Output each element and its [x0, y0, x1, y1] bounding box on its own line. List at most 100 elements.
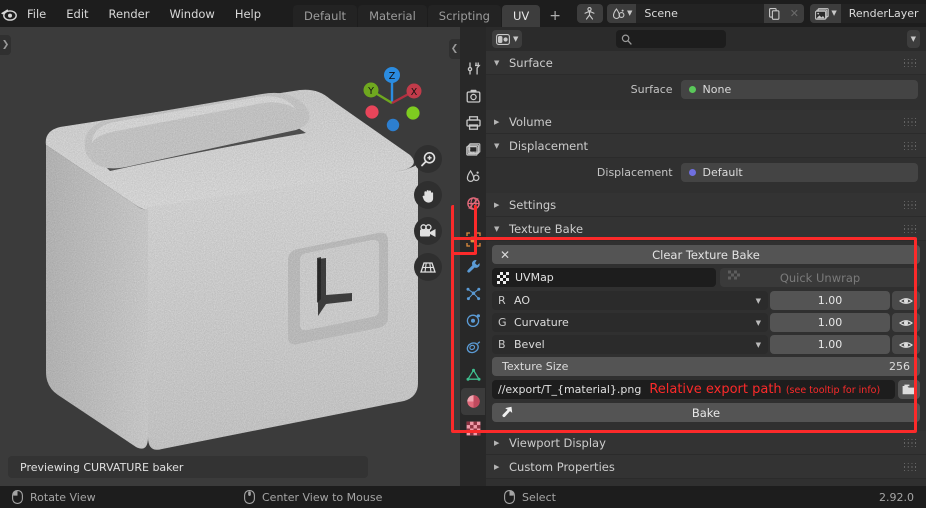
- workspace-tab-default[interactable]: Default: [293, 5, 358, 27]
- workspace-tab-material[interactable]: Material: [358, 5, 427, 27]
- panel-header-volume[interactable]: ▶ Volume ::::::::: [486, 110, 926, 134]
- workspace-tabs: Default Material Scripting UV +: [293, 0, 569, 27]
- 3d-viewport[interactable]: ❯ ❮ Z Y X Previewing CURVATURE baker: [0, 27, 460, 486]
- menu-help[interactable]: Help: [225, 4, 271, 24]
- scene-unlink-button[interactable]: ✕: [784, 4, 805, 23]
- tool-tab[interactable]: [461, 55, 485, 82]
- surface-shader-value: None: [702, 83, 732, 96]
- add-workspace-button[interactable]: +: [541, 5, 569, 27]
- render-tab[interactable]: [461, 82, 485, 109]
- export-path-row: //export/T_{material}.png Relative expor…: [492, 380, 920, 399]
- texture-size-value: 256: [889, 360, 910, 373]
- bake-button[interactable]: Bake: [492, 403, 920, 422]
- workspace-tab-scripting[interactable]: Scripting: [427, 5, 501, 27]
- panel-header-custom-properties[interactable]: ▶ Custom Properties ::::::::: [486, 455, 926, 479]
- search-input[interactable]: [615, 30, 726, 48]
- row-surface: Surface None: [494, 80, 918, 99]
- channel-value-b[interactable]: 1.00: [770, 335, 890, 354]
- svg-text:X: X: [411, 87, 418, 98]
- workspace-tab-uv[interactable]: UV: [501, 5, 541, 27]
- view-layer-id-block: ▼ RenderLayer ✕: [810, 4, 926, 23]
- browse-folder-button[interactable]: [898, 380, 920, 399]
- chevron-down-icon: ▼: [755, 296, 761, 305]
- status-bar: Rotate View Center View to Mouse Select …: [0, 486, 926, 508]
- texture-bake-panel-body: ✕ Clear Texture Bake UVMap Quick Unwrap …: [486, 241, 926, 428]
- channel-value-r[interactable]: 1.00: [770, 291, 890, 310]
- properties-filter-button[interactable]: ▼: [906, 30, 920, 48]
- view-layer-tab[interactable]: [461, 136, 485, 163]
- channel-source-dropdown-b[interactable]: B Bevel ▼: [492, 335, 768, 354]
- properties-editor-icon[interactable]: ▼: [492, 30, 523, 48]
- channel-source-dropdown-g[interactable]: G Curvature ▼: [492, 313, 768, 332]
- scene-id-block: ▼ Scene ✕: [606, 4, 805, 23]
- viewport-sidebar-toggle-left[interactable]: ❯: [0, 35, 11, 55]
- panel-header-surface[interactable]: ▼ Surface ::::::::: [486, 51, 926, 75]
- particles-tab[interactable]: [461, 280, 485, 307]
- channel-slot-g-icon: G: [498, 316, 507, 329]
- channel-visibility-toggle-r[interactable]: [892, 291, 920, 310]
- scene-statistics-icon[interactable]: [576, 4, 603, 23]
- render-layers-icon[interactable]: ▼: [810, 4, 841, 23]
- chevron-down-icon: ▼: [755, 340, 761, 349]
- output-tab[interactable]: [461, 109, 485, 136]
- viewport-status-text: Previewing CURVATURE baker: [8, 456, 368, 478]
- object-data-tab[interactable]: [461, 361, 485, 388]
- surface-shader-field[interactable]: None: [680, 80, 918, 99]
- x-icon: ✕: [500, 247, 511, 262]
- texture-size-field[interactable]: Texture Size 256: [492, 357, 920, 376]
- toggle-orthographic-icon[interactable]: [414, 253, 442, 281]
- panel-grip-icon: ::::::::: [903, 197, 918, 211]
- channel-value-g[interactable]: 1.00: [770, 313, 890, 332]
- menu-edit[interactable]: Edit: [56, 4, 98, 24]
- channel-source-dropdown-r[interactable]: R AO ▼: [492, 291, 768, 310]
- clear-texture-bake-button[interactable]: ✕ Clear Texture Bake: [492, 245, 920, 264]
- bake-channel-row-b: B Bevel ▼ 1.00: [492, 335, 920, 354]
- material-tab[interactable]: [461, 388, 485, 415]
- channel-visibility-toggle-b[interactable]: [892, 335, 920, 354]
- bake-channel-row-r: R AO ▼ 1.00: [492, 291, 920, 310]
- channel-visibility-toggle-g[interactable]: [892, 313, 920, 332]
- physics-tab[interactable]: [461, 307, 485, 334]
- uvmap-field[interactable]: UVMap: [492, 268, 716, 287]
- texture-tab[interactable]: [461, 415, 485, 442]
- bake-button-label: Bake: [691, 405, 721, 420]
- menu-file[interactable]: File: [17, 4, 56, 24]
- scene-new-button[interactable]: [764, 4, 785, 23]
- main-menu: File Edit Render Window Help: [17, 4, 271, 24]
- object-tab[interactable]: [461, 226, 485, 253]
- navigation-gizmo[interactable]: Z Y X: [356, 63, 428, 135]
- viewport-sidebar-toggle-right[interactable]: ❮: [449, 39, 460, 59]
- panel-header-viewport-display[interactable]: ▶ Viewport Display ::::::::: [486, 431, 926, 455]
- panel-grip-icon: ::::::::: [903, 55, 918, 69]
- menu-window[interactable]: Window: [159, 4, 224, 24]
- scene-icon[interactable]: ▼: [606, 4, 637, 23]
- panel-header-texture-bake[interactable]: ▼ Texture Bake ::::::::: [486, 217, 926, 241]
- world-tab[interactable]: [461, 190, 485, 217]
- zoom-view-icon[interactable]: [414, 145, 442, 173]
- main-area: ❯ ❮ Z Y X Previewing CURVATURE baker ▼ ▼…: [0, 27, 926, 486]
- export-path-input[interactable]: //export/T_{material}.png Relative expor…: [492, 380, 895, 399]
- scene-name-field[interactable]: Scene: [636, 4, 765, 23]
- properties-tab-strip: [460, 27, 486, 486]
- properties-panel-list[interactable]: ▼ Surface :::::::: Surface None ▶ Volume…: [486, 51, 926, 486]
- panel-header-displacement[interactable]: ▼ Displacement ::::::::: [486, 134, 926, 158]
- view-layer-name-field[interactable]: RenderLayer: [840, 4, 926, 23]
- scene-tab[interactable]: [461, 163, 485, 190]
- panel-header-settings[interactable]: ▶ Settings ::::::::: [486, 193, 926, 217]
- blender-logo-icon[interactable]: [0, 7, 17, 21]
- mouse-middle-icon: [244, 490, 255, 504]
- menu-render[interactable]: Render: [99, 4, 160, 24]
- channel-slot-b-icon: B: [498, 338, 506, 351]
- modifier-tab[interactable]: [461, 253, 485, 280]
- displacement-method-field[interactable]: Default: [680, 163, 918, 182]
- displacement-type-dot-icon: [688, 169, 696, 176]
- panel-label-viewport-display: Viewport Display: [509, 435, 606, 450]
- eye-icon: [899, 341, 913, 348]
- camera-view-icon[interactable]: [414, 217, 442, 245]
- panel-label-texture-bake: Texture Bake: [509, 221, 584, 236]
- move-view-icon[interactable]: [414, 181, 442, 209]
- quick-unwrap-label: Quick Unwrap: [779, 270, 861, 285]
- constraints-tab[interactable]: [461, 334, 485, 361]
- viewport-nav-tools: [414, 145, 442, 281]
- quick-unwrap-button[interactable]: Quick Unwrap: [720, 268, 920, 287]
